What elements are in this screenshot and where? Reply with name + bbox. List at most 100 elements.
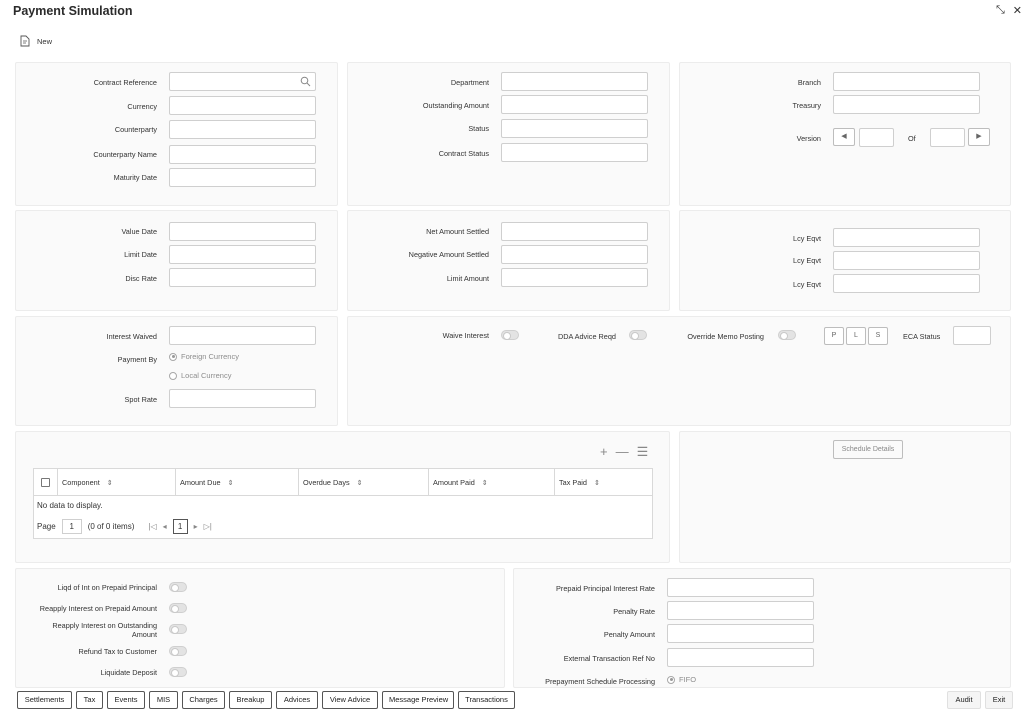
footer-bar: Settlements Tax Events MIS Charges Break…	[0, 688, 1036, 717]
waive-interest-toggle[interactable]	[501, 330, 519, 340]
page-input[interactable]: 1	[61, 519, 82, 534]
status-label: Status	[468, 124, 489, 133]
column-amount-due[interactable]: Amount Due ⇕	[176, 469, 299, 496]
dda-advice-reqd-toggle[interactable]	[629, 330, 647, 340]
limit-date-input[interactable]	[169, 245, 316, 264]
radio-unselected-icon	[169, 371, 177, 380]
version-total-input[interactable]	[930, 128, 965, 147]
reapply-prepaid-label: Reapply Interest on Prepaid Amount	[39, 604, 157, 613]
limit-amount-label: Limit Amount	[446, 274, 489, 283]
refund-tax-toggle[interactable]	[169, 646, 187, 656]
column-amount-paid[interactable]: Amount Paid ⇕	[429, 469, 555, 496]
treasury-label: Treasury	[792, 101, 821, 110]
no-data-message: No data to display.	[37, 501, 103, 510]
version-input[interactable]	[859, 128, 894, 147]
list-view-icon[interactable]: ☰	[637, 444, 649, 460]
add-row-icon[interactable]: +	[600, 444, 608, 460]
view-advice-button[interactable]: View Advice	[322, 691, 378, 709]
of-label: Of	[908, 134, 916, 143]
expand-icon[interactable]: ⤡	[996, 4, 1005, 17]
override-memo-posting-label: Override Memo Posting	[687, 332, 764, 341]
currency-input[interactable]	[169, 96, 316, 115]
payment-by-label: Payment By	[117, 355, 157, 364]
column-component[interactable]: Component ⇕	[58, 469, 176, 496]
fifo-radio[interactable]: FIFO	[667, 675, 696, 684]
lcy-eqvt-label-1: Lcy Eqvt	[793, 234, 821, 243]
lcy-eqvt-input-3[interactable]	[833, 274, 980, 293]
limit-date-label: Limit Date	[124, 250, 157, 259]
fifo-label: FIFO	[679, 675, 697, 684]
new-button[interactable]: New	[19, 35, 52, 47]
contract-status-input[interactable]	[501, 143, 648, 162]
treasury-input[interactable]	[833, 95, 980, 114]
l-button[interactable]: L	[846, 327, 866, 345]
foreign-currency-label: Foreign Currency	[181, 352, 239, 361]
message-preview-button[interactable]: Message Preview	[382, 691, 454, 709]
advices-button[interactable]: Advices	[276, 691, 318, 709]
counterparty-name-input[interactable]	[169, 145, 316, 164]
column-tax-paid-label: Tax Paid	[559, 478, 587, 487]
transactions-button[interactable]: Transactions	[458, 691, 515, 709]
prepayment-schedule-label: Prepayment Schedule Processing	[545, 677, 655, 686]
branch-input[interactable]	[833, 72, 980, 91]
last-page-icon[interactable]: ▷|	[204, 522, 212, 531]
penalty-rate-input[interactable]	[667, 601, 814, 620]
branch-label: Branch	[797, 78, 821, 87]
lcy-eqvt-input-2[interactable]	[833, 251, 980, 270]
first-page-icon[interactable]: |◁	[148, 522, 156, 531]
outstanding-amount-input[interactable]	[501, 95, 648, 114]
external-ref-label: External Transaction Ref No	[563, 654, 655, 663]
events-button[interactable]: Events	[107, 691, 145, 709]
reapply-outstanding-toggle[interactable]	[169, 624, 187, 634]
charges-button[interactable]: Charges	[182, 691, 225, 709]
version-prev-button[interactable]: ◀	[833, 128, 855, 146]
version-label: Version	[796, 134, 821, 143]
search-icon[interactable]	[300, 76, 311, 87]
negative-amount-settled-input[interactable]	[501, 245, 648, 264]
sort-icon: ⇕	[227, 480, 234, 487]
breakup-button[interactable]: Breakup	[229, 691, 272, 709]
maturity-date-input[interactable]	[169, 168, 316, 187]
counterparty-input[interactable]	[169, 120, 316, 139]
reapply-outstanding-label: Reapply Interest on Outstanding Amount	[52, 621, 157, 639]
local-currency-radio[interactable]: Local Currency	[169, 371, 231, 380]
override-memo-posting-toggle[interactable]	[778, 330, 796, 340]
exit-button[interactable]: Exit	[985, 691, 1013, 709]
external-ref-input[interactable]	[667, 648, 814, 667]
contract-reference-input[interactable]	[169, 72, 316, 91]
lcy-eqvt-input-1[interactable]	[833, 228, 980, 247]
eca-status-label: ECA Status	[903, 332, 941, 341]
reapply-prepaid-toggle[interactable]	[169, 603, 187, 613]
eca-status-input[interactable]	[953, 326, 991, 345]
penalty-amount-input[interactable]	[667, 624, 814, 643]
liqd-int-toggle[interactable]	[169, 582, 187, 592]
remove-row-icon[interactable]: —	[616, 444, 629, 460]
interest-waived-input[interactable]	[169, 326, 316, 345]
status-input[interactable]	[501, 119, 648, 138]
schedule-details-button[interactable]: Schedule Details	[833, 440, 903, 459]
audit-button[interactable]: Audit	[947, 691, 981, 709]
column-tax-paid[interactable]: Tax Paid ⇕	[555, 469, 652, 496]
value-date-input[interactable]	[169, 222, 316, 241]
prev-page-icon[interactable]: ◂	[163, 522, 167, 531]
department-input[interactable]	[501, 72, 648, 91]
settlements-button[interactable]: Settlements	[17, 691, 72, 709]
net-amount-settled-input[interactable]	[501, 222, 648, 241]
next-page-icon[interactable]: ▸	[194, 522, 198, 531]
s-button[interactable]: S	[868, 327, 888, 345]
foreign-currency-radio[interactable]: Foreign Currency	[169, 352, 239, 361]
mis-button[interactable]: MIS	[149, 691, 178, 709]
current-page-button[interactable]: 1	[172, 519, 188, 534]
select-all-checkbox[interactable]	[41, 478, 50, 487]
interest-waived-label: Interest Waived	[106, 332, 157, 341]
prepaid-principal-rate-input[interactable]	[667, 578, 814, 597]
disc-rate-input[interactable]	[169, 268, 316, 287]
p-button[interactable]: P	[824, 327, 844, 345]
spot-rate-input[interactable]	[169, 389, 316, 408]
liquidate-deposit-toggle[interactable]	[169, 667, 187, 677]
close-icon[interactable]: ✕	[1013, 4, 1022, 17]
limit-amount-input[interactable]	[501, 268, 648, 287]
column-overdue-days[interactable]: Overdue Days ⇕	[299, 469, 429, 496]
tax-button[interactable]: Tax	[76, 691, 103, 709]
version-next-button[interactable]: ▶	[968, 128, 990, 146]
